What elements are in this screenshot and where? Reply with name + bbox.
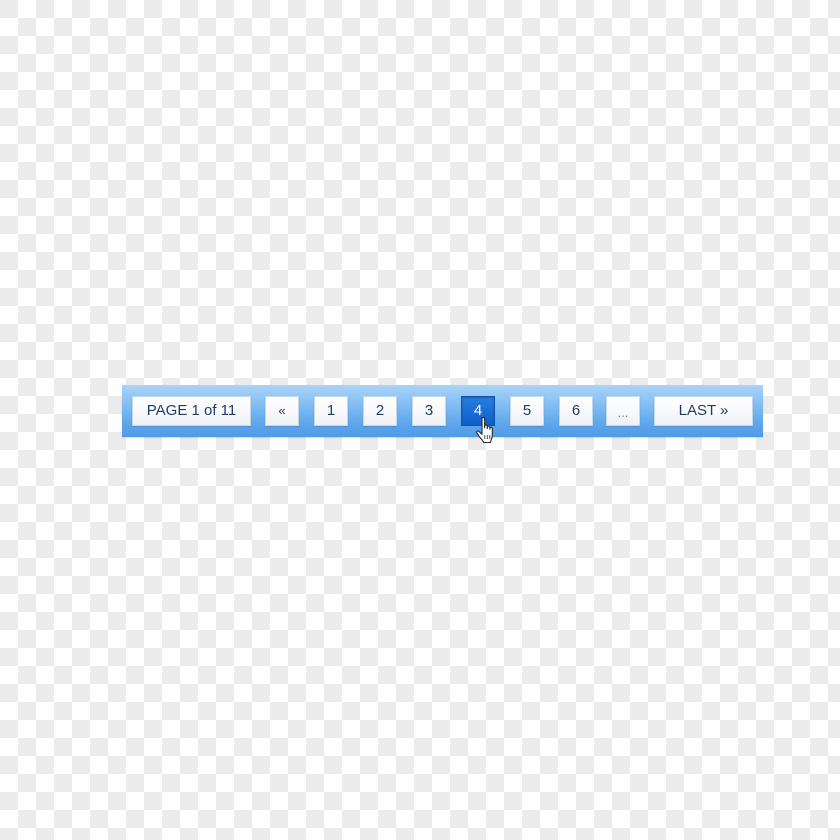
pagination-bar: PAGE 1 of 11 « 1 2 3 4 5 6 ... LAST » <box>122 385 763 437</box>
page-button-6[interactable]: 6 <box>559 396 593 426</box>
page-button-3[interactable]: 3 <box>412 396 446 426</box>
page-button-1[interactable]: 1 <box>314 396 348 426</box>
page-button-2[interactable]: 2 <box>363 396 397 426</box>
page-indicator: PAGE 1 of 11 <box>132 396 251 426</box>
page-button-4-active[interactable]: 4 <box>461 396 495 426</box>
first-page-button[interactable]: « <box>265 396 299 426</box>
ellipsis-button[interactable]: ... <box>606 396 640 426</box>
page-button-5[interactable]: 5 <box>510 396 544 426</box>
last-page-button[interactable]: LAST » <box>654 396 753 426</box>
